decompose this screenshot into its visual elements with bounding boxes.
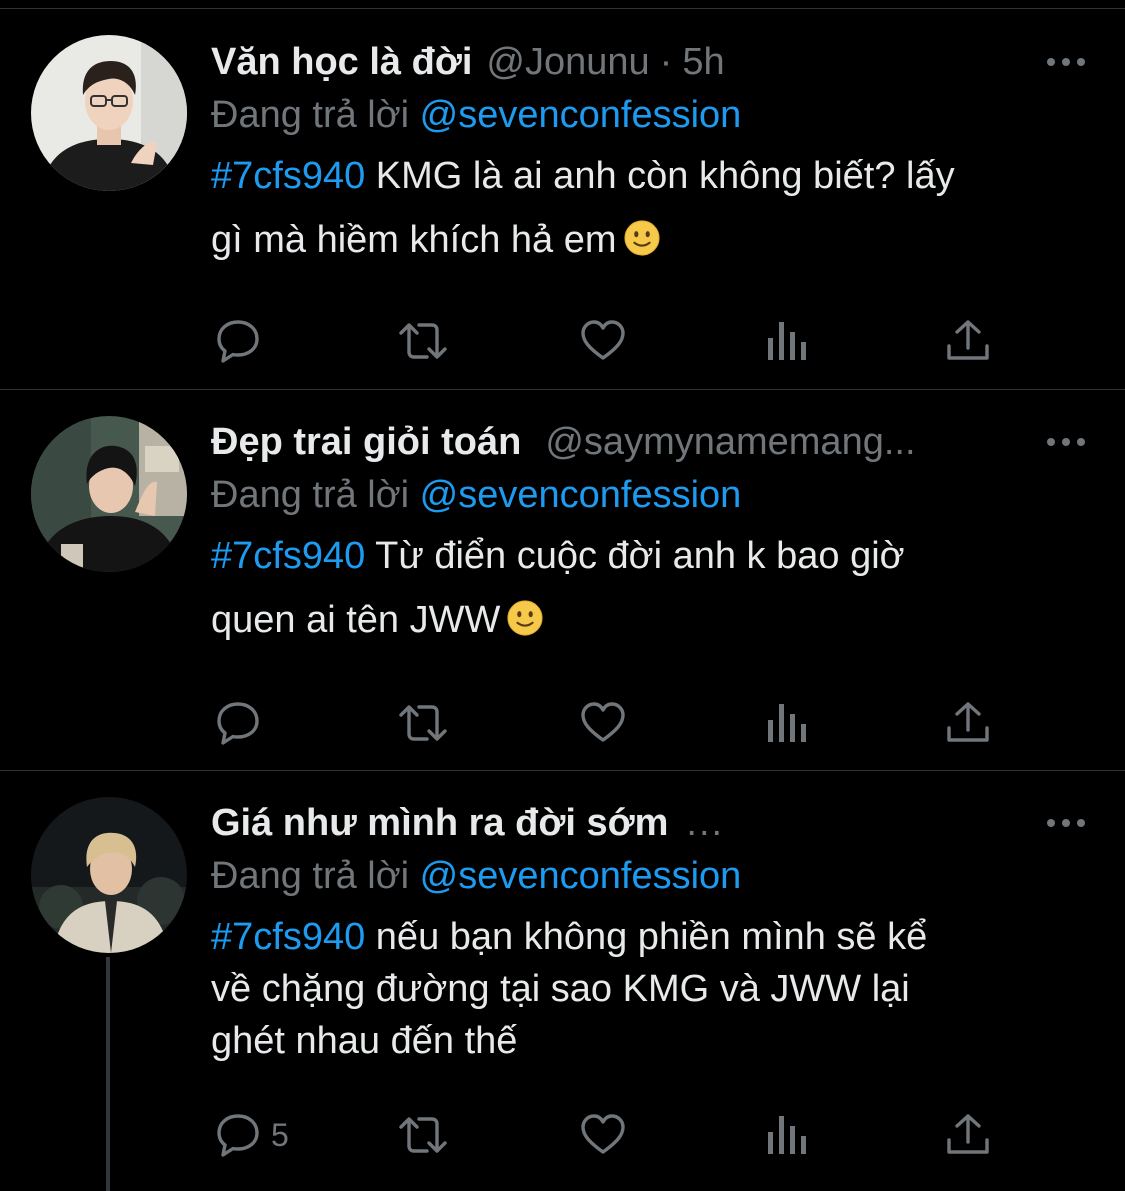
separator-dot: · — [659, 41, 673, 83]
hashtag-link[interactable]: #7cfs940 — [211, 916, 365, 958]
action-bar — [211, 698, 1011, 748]
more-options-button[interactable] — [1041, 42, 1091, 82]
avatar[interactable] — [31, 35, 187, 191]
analytics-bars-icon — [768, 1116, 806, 1154]
tweet-text-line: Từ điển cuộc đời anh k bao giờ — [375, 535, 905, 577]
replying-to-label: Đang trả lời — [211, 474, 410, 516]
tweet-text-line: về chặng đường tại sao KMG và JWW lại — [211, 968, 910, 1010]
hashtag-link[interactable]: #7cfs940 — [211, 535, 365, 577]
share-upload-icon — [947, 1114, 989, 1154]
action-bar — [211, 316, 1011, 366]
like-button[interactable] — [579, 698, 627, 748]
tweet-header: Giá như mình ra đời sớm ... — [211, 795, 1091, 851]
tweet-content: Văn học là đời @Jonunu · 5h Đang trả lời… — [211, 34, 1091, 272]
thread-connector-line — [106, 957, 110, 1191]
reply-bubble-icon — [217, 320, 259, 363]
reply-bubble-icon — [217, 1114, 259, 1157]
share-button[interactable] — [945, 316, 991, 366]
reply-count: 5 — [271, 1116, 289, 1153]
like-button[interactable] — [579, 1110, 627, 1160]
heart-icon — [581, 1114, 625, 1154]
tweet-text: #7cfs940 KMG là ai anh còn không biết? l… — [211, 144, 1091, 272]
action-bar: 5 — [211, 1110, 1011, 1160]
views-button[interactable] — [765, 316, 807, 366]
views-button[interactable] — [765, 698, 807, 748]
replying-to-mention[interactable]: @sevenconfession — [420, 855, 742, 897]
tweet-text: #7cfs940 nếu bạn không phiền mình sẽ kể … — [211, 911, 1091, 1067]
tweet-content: Đẹp trai giỏi toán @saymynamemang... Đan… — [211, 414, 1091, 652]
replying-to-mention[interactable]: @sevenconfession — [420, 474, 742, 516]
analytics-bars-icon — [768, 322, 806, 360]
tweet-1[interactable]: Văn học là đời @Jonunu · 5h Đang trả lời… — [0, 0, 1125, 390]
share-button[interactable] — [945, 1110, 991, 1160]
replying-to: Đang trả lời @sevenconfession — [211, 470, 1091, 520]
replying-to: Đang trả lời @sevenconfession — [211, 851, 1091, 901]
tweet-text-line: KMG là ai anh còn không biết? lấy — [375, 155, 955, 197]
tweet-text-line: quen ai tên JWW — [211, 599, 501, 641]
replying-to: Đang trả lời @sevenconfession — [211, 90, 1091, 140]
tweet-text-line: nếu bạn không phiền mình sẽ kể — [375, 916, 928, 958]
more-options-button[interactable] — [1041, 803, 1091, 843]
retweet-button[interactable] — [397, 1110, 449, 1160]
avatar[interactable] — [31, 416, 187, 572]
display-name[interactable]: Văn học là đời — [211, 34, 472, 90]
truncated-handle: ... — [686, 802, 725, 844]
share-button[interactable] — [945, 698, 991, 748]
more-horizontal-icon — [1047, 58, 1085, 66]
retweet-icon — [399, 1117, 447, 1153]
replying-to-mention[interactable]: @sevenconfession — [420, 94, 742, 136]
views-button[interactable] — [765, 1110, 807, 1160]
tweet-text-line: gì mà hiềm khích hả em — [211, 219, 617, 261]
retweet-button[interactable] — [397, 698, 449, 748]
reply-button[interactable] — [215, 698, 271, 748]
more-options-button[interactable] — [1041, 422, 1091, 462]
share-upload-icon — [947, 320, 989, 360]
more-horizontal-icon — [1047, 438, 1085, 446]
reply-button[interactable]: 5 — [215, 1110, 289, 1160]
avatar[interactable] — [31, 797, 187, 953]
tweet-header: Văn học là đời @Jonunu · 5h — [211, 34, 1091, 90]
slightly-smiling-face-icon — [623, 220, 660, 256]
display-name[interactable]: Giá như mình ra đời sớm — [211, 795, 668, 851]
heart-icon — [581, 320, 625, 360]
tweet-text-line: ghét nhau đến thế — [211, 1020, 518, 1062]
tweet-2[interactable]: Đẹp trai giỏi toán @saymynamemang... Đan… — [0, 390, 1125, 771]
avatar-photo-2 — [31, 416, 187, 572]
reply-button[interactable] — [215, 316, 271, 366]
analytics-bars-icon — [768, 704, 806, 742]
tweet-text: #7cfs940 Từ điển cuộc đời anh k bao giờ … — [211, 524, 1091, 652]
avatar-photo-1 — [31, 35, 187, 191]
avatar-photo-3 — [31, 797, 187, 953]
user-handle[interactable]: @Jonunu — [486, 34, 649, 90]
hashtag-link[interactable]: #7cfs940 — [211, 155, 365, 197]
heart-icon — [581, 702, 625, 742]
timestamp[interactable]: 5h — [682, 34, 724, 90]
reply-bubble-icon — [217, 702, 259, 745]
replying-to-label: Đang trả lời — [211, 855, 410, 897]
tweet-content: Giá như mình ra đời sớm ... Đang trả lời… — [211, 795, 1091, 1067]
display-name[interactable]: Đẹp trai giỏi toán — [211, 414, 521, 470]
tweet-header: Đẹp trai giỏi toán @saymynamemang... — [211, 414, 1011, 470]
more-horizontal-icon — [1047, 819, 1085, 827]
replying-to-label: Đang trả lời — [211, 94, 410, 136]
like-button[interactable] — [579, 316, 627, 366]
tweet-3[interactable]: Giá như mình ra đời sớm ... Đang trả lời… — [0, 771, 1125, 1191]
retweet-icon — [399, 323, 447, 359]
slightly-smiling-face-icon — [507, 600, 543, 636]
retweet-button[interactable] — [397, 316, 449, 366]
share-upload-icon — [947, 702, 989, 742]
retweet-icon — [399, 705, 447, 741]
user-handle[interactable]: @saymynamemang... — [545, 414, 915, 470]
